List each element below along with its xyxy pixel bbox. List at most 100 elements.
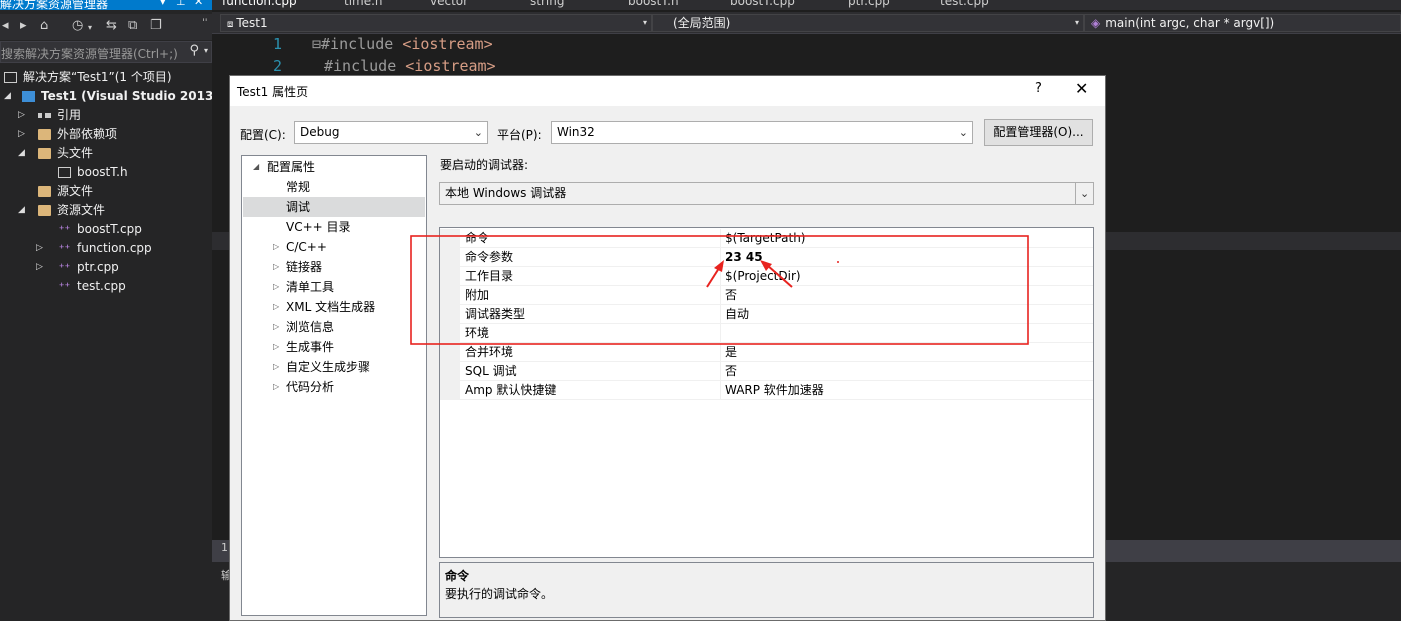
collapsed-arrow-icon[interactable]: ▷ — [36, 258, 43, 277]
tab-test-cpp[interactable]: test.cpp — [940, 0, 989, 8]
property-category-item[interactable]: VC++ 目录 — [243, 217, 425, 237]
property-row[interactable]: 工作目录 $(ProjectDir) — [440, 267, 1093, 286]
project-dropdown[interactable]: ⧈ Test1 ▾ — [220, 14, 652, 32]
property-value[interactable]: 否 — [725, 362, 737, 381]
solution-tree-item[interactable]: ▷ ⁺⁺ function.cpp — [0, 239, 212, 258]
collapsed-arrow-icon[interactable]: ▷ — [273, 297, 279, 317]
property-category-item[interactable]: ▷ 自定义生成步骤 — [243, 357, 425, 377]
expanded-arrow-icon[interactable]: ◢ — [18, 144, 25, 163]
collapsed-arrow-icon[interactable]: ▷ — [273, 337, 279, 357]
property-value[interactable]: $(TargetPath) — [725, 229, 805, 248]
property-category-item[interactable]: ◢ 配置属性 — [243, 157, 425, 177]
row-gutter — [440, 324, 460, 343]
references-icon — [38, 113, 51, 118]
back-icon[interactable]: ◂ — [2, 18, 9, 33]
collapsed-arrow-icon[interactable]: ▷ — [273, 237, 279, 257]
collapsed-arrow-icon[interactable]: ▷ — [273, 357, 279, 377]
platform-select[interactable]: Win32 ⌄ — [551, 121, 973, 144]
row-gutter — [440, 343, 460, 362]
property-value[interactable]: 自动 — [725, 305, 749, 324]
solution-tree-item-label: 源文件 — [57, 184, 94, 198]
solution-tree-item[interactable]: ▷ ⁺⁺ ptr.cpp — [0, 258, 212, 277]
solution-tree-item[interactable]: ◢ 头文件 — [0, 144, 212, 163]
property-category-item[interactable]: ▷ 代码分析 — [243, 377, 425, 397]
code-line[interactable]: ⊟#include <iostream> — [312, 35, 493, 53]
search-icon[interactable]: ⚲ — [189, 43, 199, 58]
tab-ptr-cpp[interactable]: ptr.cpp — [848, 0, 890, 8]
property-row[interactable]: Amp 默认快捷键 WARP 软件加速器 — [440, 381, 1093, 400]
property-value[interactable]: 否 — [725, 286, 737, 305]
chevron-down-icon[interactable]: ▾ — [204, 46, 208, 55]
property-category-item[interactable]: ▷ 链接器 — [243, 257, 425, 277]
debugger-select[interactable]: 本地 Windows 调试器 ⌄ — [439, 182, 1094, 205]
expanded-arrow-icon[interactable]: ◢ — [4, 87, 11, 106]
property-name: 环境 — [465, 326, 490, 340]
column-divider — [720, 362, 721, 381]
property-category-item[interactable]: 常规 — [243, 177, 425, 197]
collapsed-arrow-icon[interactable]: ▷ — [273, 377, 279, 397]
solution-tree-item[interactable]: ◢ Test1 (Visual Studio 2013) — [0, 87, 219, 106]
scope-dropdown[interactable]: (全局范围) ▾ — [652, 14, 1084, 32]
property-row[interactable]: 调试器类型 自动 — [440, 305, 1093, 324]
tab-time-h[interactable]: time.h — [344, 0, 383, 8]
property-row[interactable]: 命令参数 23 45 — [440, 248, 1093, 267]
solution-tree-item[interactable]: ▷ 外部依赖项 — [0, 125, 212, 144]
property-value[interactable]: WARP 软件加速器 — [725, 381, 824, 400]
property-row[interactable]: SQL 调试 否 — [440, 362, 1093, 381]
pin-icon[interactable]: ⊥ — [176, 0, 186, 8]
property-category-item[interactable]: ▷ 浏览信息 — [243, 317, 425, 337]
config-manager-button[interactable]: 配置管理器(O)... — [984, 119, 1093, 146]
solution-tree-item[interactable]: ⁺⁺ test.cpp — [0, 277, 212, 296]
column-divider — [720, 286, 721, 305]
tab-string[interactable]: string — [530, 0, 564, 8]
tab-function-cpp[interactable]: function.cpp — [222, 0, 297, 8]
property-category-item[interactable]: 调试 — [243, 197, 425, 217]
solution-tree-item[interactable]: ▷ 引用 — [0, 106, 212, 125]
fold-icon[interactable]: ⊟ — [312, 35, 321, 53]
property-value[interactable]: 是 — [725, 343, 737, 362]
solution-tree-item[interactable]: 解决方案“Test1”(1 个项目) — [0, 68, 212, 87]
collapsed-arrow-icon[interactable]: ▷ — [273, 257, 279, 277]
collapsed-arrow-icon[interactable]: ▷ — [18, 106, 25, 125]
home-icon[interactable]: ⌂ — [40, 18, 48, 33]
member-dropdown[interactable]: ◈ main(int argc, char * argv[]) — [1084, 14, 1401, 32]
tab-vector[interactable]: vector — [430, 0, 468, 8]
property-value[interactable]: $(ProjectDir) — [725, 267, 801, 286]
solution-tree-item[interactable]: boostT.h — [0, 163, 212, 182]
tab-boostt-h[interactable]: boostT.h — [628, 0, 679, 8]
property-value[interactable]: 23 45 — [725, 248, 763, 267]
overflow-icon[interactable]: ˈˈ — [202, 18, 208, 29]
help-button[interactable]: ? — [1035, 81, 1042, 96]
property-row[interactable]: 合并环境 是 — [440, 343, 1093, 362]
solution-tree-item-label: Test1 (Visual Studio 2013) — [41, 89, 219, 103]
close-button[interactable]: ✕ — [1075, 79, 1088, 98]
code-line[interactable]: #include <iostream> — [324, 57, 496, 75]
solution-tree-item[interactable]: ◢ 资源文件 — [0, 201, 212, 220]
solution-tree-item[interactable]: ⁺⁺ boostT.cpp — [0, 220, 212, 239]
show-all-files-icon[interactable]: ❐ — [150, 18, 162, 33]
window-position-icon[interactable]: ▾ — [160, 0, 166, 8]
solution-tree-item[interactable]: 源文件 — [0, 182, 212, 201]
tab-boostt-cpp[interactable]: boostT.cpp — [730, 0, 795, 8]
expanded-arrow-icon[interactable]: ◢ — [18, 201, 25, 220]
history-icon[interactable]: ◷ — [72, 18, 83, 33]
collapsed-arrow-icon[interactable]: ▷ — [36, 239, 43, 258]
property-category-item[interactable]: ▷ C/C++ — [243, 237, 425, 257]
expanded-arrow-icon[interactable]: ◢ — [253, 157, 259, 177]
close-icon[interactable]: ✕ — [194, 0, 203, 8]
collapse-all-icon[interactable]: ⧉ — [128, 18, 137, 33]
sync-icon[interactable]: ⇆ — [106, 18, 117, 33]
property-category-item[interactable]: ▷ 清单工具 — [243, 277, 425, 297]
collapsed-arrow-icon[interactable]: ▷ — [273, 277, 279, 297]
collapsed-arrow-icon[interactable]: ▷ — [273, 317, 279, 337]
property-row[interactable]: 附加 否 — [440, 286, 1093, 305]
property-row[interactable]: 环境 — [440, 324, 1093, 343]
chevron-down-icon[interactable]: ▾ — [88, 23, 92, 32]
solution-search-box[interactable]: 搜索解决方案资源管理器(Ctrl+;) ⚲ ▾ — [0, 41, 212, 63]
collapsed-arrow-icon[interactable]: ▷ — [18, 125, 25, 144]
forward-icon[interactable]: ▸ — [20, 18, 27, 33]
config-select[interactable]: Debug ⌄ — [294, 121, 488, 144]
property-category-item[interactable]: ▷ 生成事件 — [243, 337, 425, 357]
property-category-item[interactable]: ▷ XML 文档生成器 — [243, 297, 425, 317]
property-row[interactable]: 命令 $(TargetPath) — [440, 229, 1093, 248]
